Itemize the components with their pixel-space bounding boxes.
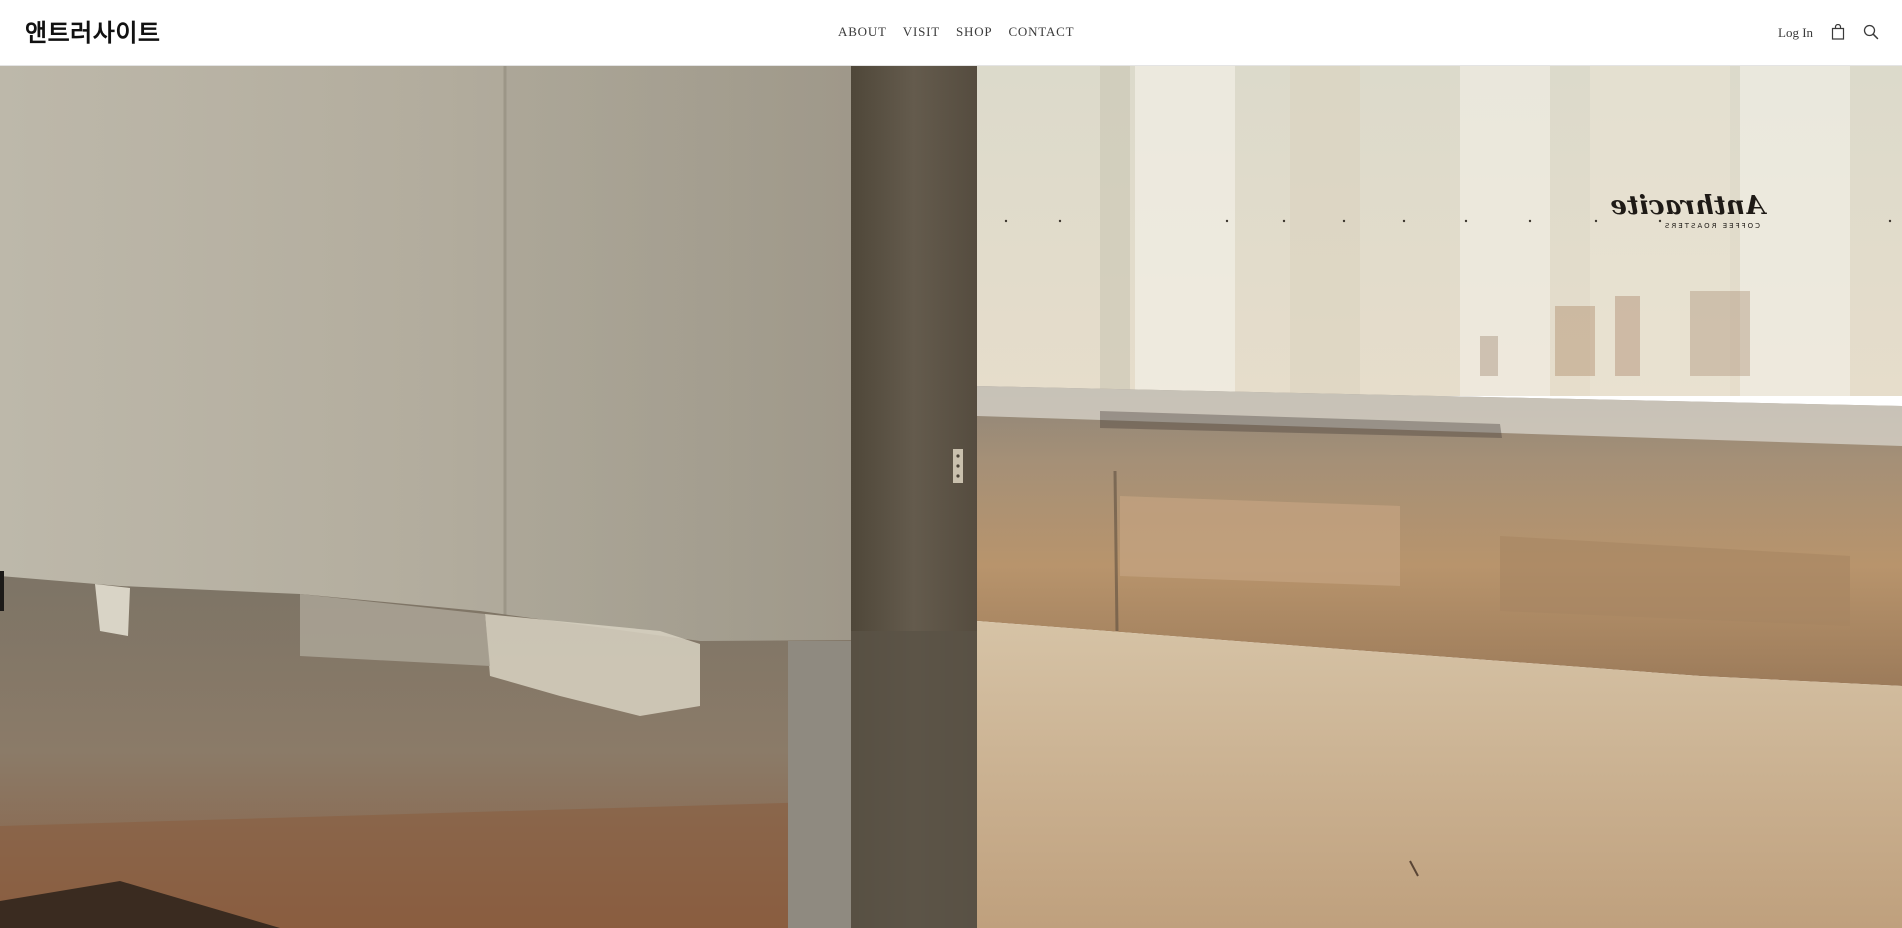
hero-photo: Anthracite COFFEE ROASTERS: [0, 66, 1902, 928]
nav-item-visit[interactable]: VISIT: [903, 24, 940, 40]
hero-banner: Anthracite COFFEE ROASTERS: [0, 66, 1902, 928]
login-link[interactable]: Log In: [1778, 25, 1813, 41]
cart-button[interactable]: [1828, 22, 1848, 42]
shopping-bag-icon: [1831, 24, 1845, 40]
nav-item-about[interactable]: ABOUT: [838, 24, 887, 40]
window-sign-subtitle: COFFEE ROASTERS: [1663, 222, 1760, 230]
main-nav: ABOUT VISIT SHOP CONTACT: [838, 24, 1074, 40]
site-logo[interactable]: 앤트러사이트: [25, 13, 160, 48]
search-button[interactable]: [1861, 22, 1881, 42]
nav-item-contact[interactable]: CONTACT: [1008, 24, 1074, 40]
nav-item-shop[interactable]: SHOP: [956, 24, 992, 40]
site-header: 앤트러사이트 ABOUT VISIT SHOP CONTACT Log In: [0, 0, 1902, 66]
magnifier-icon: [1863, 24, 1879, 40]
window-sign-title: Anthracite: [1610, 191, 1768, 221]
